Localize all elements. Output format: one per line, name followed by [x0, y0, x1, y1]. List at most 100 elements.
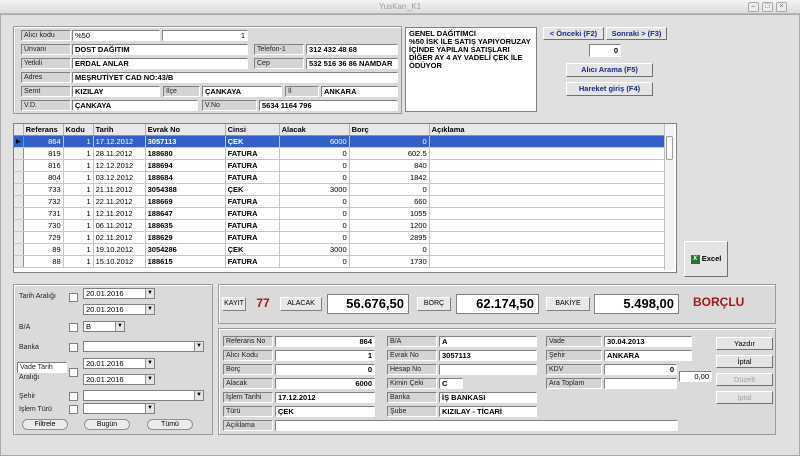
excel-button[interactable]: X Excel — [684, 241, 728, 277]
row-indicator[interactable] — [14, 147, 24, 160]
alici-kodu-field[interactable]: %50 — [72, 30, 160, 41]
table-row[interactable]: 730 1 06.11.2012 188635 FATURA 0 1200 — [14, 219, 667, 232]
hareket-giris-button[interactable]: Hareket giriş (F4) — [566, 82, 653, 96]
sehir-select[interactable]: ▼ — [83, 390, 204, 401]
evrak-field[interactable]: 3057113 — [439, 350, 537, 361]
chevron-down-icon[interactable]: ▼ — [145, 305, 154, 314]
table-row[interactable]: 731 1 12.11.2012 188647 FATURA 0 1055 — [14, 207, 667, 220]
scroll-thumb[interactable] — [666, 136, 673, 160]
tarih2-picker[interactable]: 20.01.2016 ▼ — [83, 304, 155, 315]
vade-detail-field[interactable]: 30.04.2013 — [604, 336, 692, 347]
bugun-button[interactable]: Bugün — [84, 419, 130, 430]
il-field[interactable]: ANKARA — [321, 86, 398, 97]
grid-header-5[interactable]: Alacak — [279, 124, 350, 136]
hesap-field[interactable] — [439, 364, 537, 375]
sehir-detail-field[interactable]: ANKARA — [604, 350, 692, 361]
chevron-down-icon[interactable]: ▼ — [115, 322, 124, 331]
row-indicator[interactable] — [14, 255, 24, 268]
yetkili-field[interactable]: ERDAL ANLAR — [72, 58, 248, 69]
banka-detail-field[interactable]: İŞ BANKASI — [439, 392, 537, 403]
sube-field[interactable]: KIZILAY - TİCARİ — [439, 406, 537, 417]
chevron-down-icon[interactable]: ▼ — [194, 342, 203, 351]
row-indicator[interactable] — [14, 183, 24, 196]
ref-field[interactable]: 864 — [275, 336, 375, 347]
adres-field[interactable]: MEŞRUTİYET CAD NO:43/B — [72, 72, 398, 83]
table-row[interactable]: 88 1 15.10.2012 188615 FATURA 0 1730 — [14, 255, 667, 268]
iptal-button[interactable]: İptal — [716, 355, 773, 368]
table-row[interactable]: 732 1 22.11.2012 188669 FATURA 0 660 — [14, 195, 667, 208]
row-indicator[interactable] — [14, 231, 24, 244]
borc-detail-field[interactable]: 0 — [275, 364, 375, 375]
sehir-checkbox[interactable] — [69, 392, 78, 401]
banka-select[interactable]: ▼ — [83, 341, 204, 352]
grid-header-1[interactable]: Kodu — [63, 124, 94, 136]
ilce-field[interactable]: ÇANKAYA — [202, 86, 282, 97]
row-indicator[interactable] — [14, 171, 24, 184]
vade2-picker[interactable]: 20.01.2016 ▼ — [83, 374, 155, 385]
tarih-checkbox[interactable] — [69, 293, 78, 302]
aciklama-field[interactable] — [275, 420, 678, 431]
alici-arama-button[interactable]: Alıcı Arama (F5) — [566, 63, 653, 77]
chevron-down-icon[interactable]: ▼ — [145, 404, 154, 413]
ba-detail-field[interactable]: A — [439, 336, 537, 347]
table-row[interactable]: 819 1 28.11.2012 188680 FATURA 0 602.5 — [14, 147, 667, 160]
alacak-detail-field[interactable]: 6000 — [275, 378, 375, 389]
ara-toplam-field[interactable] — [604, 378, 677, 389]
counter-field[interactable]: 0 — [589, 44, 621, 57]
turu-field[interactable]: ÇEK — [275, 406, 375, 417]
unvan-field[interactable]: DOST DAĞITIM — [72, 44, 248, 55]
grid-header-2[interactable]: Tarih — [93, 124, 146, 136]
filtrele-button[interactable]: Filtrele — [22, 419, 68, 430]
cep-field[interactable]: 532 516 36 86 NAMDAR — [306, 58, 398, 69]
note-memo[interactable]: GENEL DAĞITIMCI %50 İSK İLE SATIŞ YAPIYO… — [405, 27, 537, 112]
chevron-down-icon[interactable]: ▼ — [145, 289, 154, 298]
grid-header-4[interactable]: Cinsi — [225, 124, 280, 136]
table-row[interactable]: 804 1 03.12.2012 188684 FATURA 0 1842 — [14, 171, 667, 184]
tel-field[interactable]: 312 432 48 68 — [306, 44, 398, 55]
grid-header-7[interactable]: Açıklama — [429, 124, 667, 136]
islem-select[interactable]: ▼ — [83, 403, 155, 414]
kdv-field[interactable]: 0 — [604, 364, 677, 375]
tumu-button[interactable]: Tümü — [147, 419, 193, 430]
vade-checkbox[interactable] — [69, 368, 78, 377]
chevron-down-icon[interactable]: ▼ — [145, 375, 154, 384]
table-row[interactable]: 729 1 02.11.2012 188629 FATURA 0 2895 — [14, 231, 667, 244]
table-row[interactable]: 816 1 12.12.2012 188694 FATURA 0 840 — [14, 159, 667, 172]
banka-checkbox[interactable] — [69, 343, 78, 352]
tarih1-picker[interactable]: 20.01.2016 ▼ — [83, 288, 155, 299]
row-indicator[interactable] — [14, 207, 24, 220]
row-indicator[interactable] — [14, 195, 24, 208]
grid-header-3[interactable]: Evrak No — [145, 124, 226, 136]
iptal-disabled-button[interactable]: İptal — [716, 391, 773, 404]
alici-kodu-detail-field[interactable]: 1 — [275, 350, 375, 361]
transactions-grid[interactable]: Referans Kodu Tarih Evrak No Cinsi Alacak Borç… — [13, 123, 677, 273]
vno-field[interactable]: 5634 1164 796 — [259, 100, 398, 111]
close-icon[interactable]: × — [776, 2, 787, 12]
yazdir-button[interactable]: Yazdır — [716, 337, 773, 350]
chevron-down-icon[interactable]: ▼ — [194, 391, 203, 400]
row-indicator[interactable] — [14, 219, 24, 232]
row-indicator[interactable]: ▶ — [14, 135, 24, 148]
ba-select[interactable]: B ▼ — [83, 321, 125, 332]
maximize-icon[interactable]: □ — [762, 2, 773, 12]
ba-checkbox[interactable] — [69, 323, 78, 332]
grid-scrollbar[interactable] — [664, 124, 674, 270]
vd-field[interactable]: ÇANKAYA — [72, 100, 198, 111]
row-indicator[interactable] — [14, 243, 24, 256]
minimize-icon[interactable]: – — [748, 2, 759, 12]
vade1-picker[interactable]: 20.01.2016 ▼ — [83, 358, 155, 369]
semt-field[interactable]: KIZILAY — [72, 86, 160, 97]
table-row[interactable]: 89 1 19.10.2012 3054286 ÇEK 3000 0 — [14, 243, 667, 256]
grid-header-0[interactable]: Referans — [23, 124, 64, 136]
table-row[interactable]: ▶ 864 1 17.12.2012 3057113 ÇEK 6000 0 — [14, 135, 667, 148]
kimin-ceki-field[interactable]: C — [439, 378, 463, 389]
chevron-down-icon[interactable]: ▼ — [145, 359, 154, 368]
islem-tarihi-field[interactable]: 17.12.2012 — [275, 392, 375, 403]
table-row[interactable]: 733 1 21.11.2012 3054388 ÇEK 3000 0 — [14, 183, 667, 196]
duzelt-button[interactable]: Düzelt — [716, 373, 773, 386]
row-indicator[interactable] — [14, 159, 24, 172]
alici-no-field[interactable]: 1 — [162, 30, 248, 41]
grid-header-6[interactable]: Borç — [349, 124, 430, 136]
prev-button[interactable]: < Önceki (F2) — [543, 27, 604, 40]
next-button[interactable]: Sonraki > (F3) — [606, 27, 667, 40]
